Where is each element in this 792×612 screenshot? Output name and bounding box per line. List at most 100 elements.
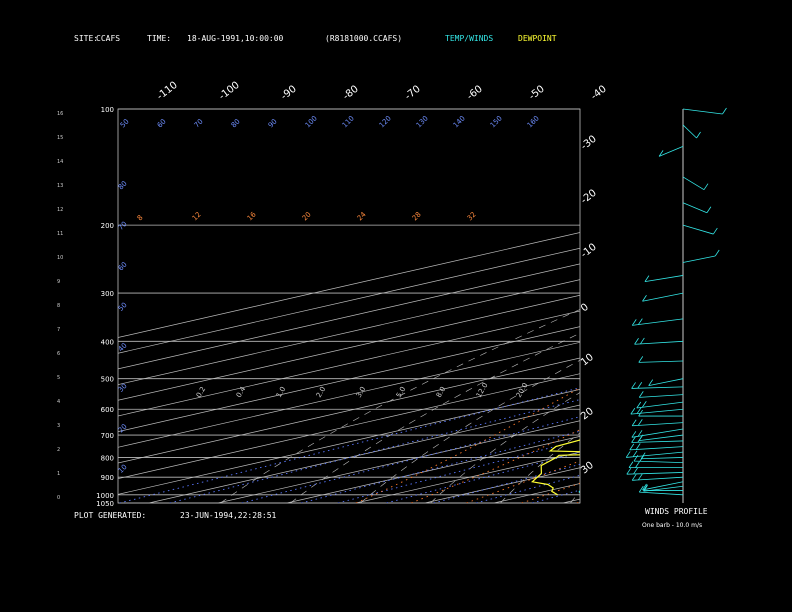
height-tick-label: 1 — [57, 471, 60, 477]
wet-bulb-label: 20 — [301, 210, 313, 222]
theta-label: 70 — [193, 117, 205, 129]
dry-adiabat-line — [500, 432, 580, 503]
isotherm-line — [562, 498, 580, 503]
wind-barb-flag — [713, 227, 718, 235]
mixing-ratio-line — [433, 463, 580, 503]
mixing-ratio-line — [119, 387, 580, 503]
wind-barb-flag — [635, 461, 640, 468]
wet-bulb-label: 16 — [246, 210, 258, 222]
theta-label-left: 70 — [117, 220, 129, 232]
wind-barb-flag — [625, 451, 631, 458]
pressure-tick-label: 800 — [101, 454, 114, 462]
dry-adiabat-line — [360, 359, 580, 503]
moist-adiabat-line — [466, 460, 580, 503]
wind-barb — [682, 255, 716, 263]
wind-barb-flag — [629, 443, 635, 451]
wet-bulb-label: 32 — [466, 210, 478, 222]
wind-barb-flag — [631, 474, 637, 481]
height-tick-label: 6 — [57, 351, 60, 357]
mixing-ratio-line — [169, 399, 580, 503]
top-temperature-label: -90 — [279, 84, 299, 103]
theta-label: 90 — [267, 117, 279, 129]
wind-barb-flag — [632, 450, 638, 458]
theta-label: 140 — [452, 114, 467, 129]
isotherm-line — [493, 483, 580, 503]
wind-barb-flag — [631, 419, 637, 426]
isotherm-line — [148, 404, 580, 503]
pressure-tick-label: 1050 — [96, 500, 114, 508]
theta-label: 100 — [304, 114, 319, 129]
wind-barb-flag — [706, 206, 712, 213]
plot-generated-label: PLOT GENERATED: — [74, 511, 146, 520]
dewpoint-legend: DEWPOINT — [518, 34, 557, 43]
right-temperature-label: 10 — [579, 352, 596, 369]
dry-adiabat-line — [570, 491, 580, 503]
dry-adiabat-line — [220, 309, 580, 503]
right-temperature-label: 20 — [579, 406, 596, 423]
wind-barb-flag — [631, 319, 637, 326]
right-temperature-label: -30 — [579, 134, 599, 153]
pressure-tick-label: 1000 — [96, 492, 114, 500]
mixing-ratio-label: 0.2 — [195, 385, 207, 399]
wind-barb-flag — [628, 461, 634, 468]
top-temperature-label: -60 — [465, 84, 485, 103]
pressure-tick-label: 900 — [101, 474, 114, 482]
dry-adiabat-line — [710, 109, 792, 503]
wind-barb-flag — [636, 401, 642, 409]
site-label: SITE: — [74, 34, 98, 43]
isotherm-line — [217, 420, 580, 503]
winds-profile-title: WINDS PROFILE — [645, 507, 708, 516]
wind-barb-flag — [640, 337, 645, 345]
wind-barb — [644, 275, 684, 283]
wind-barb-flag — [634, 338, 639, 345]
time-label: TIME: — [147, 34, 171, 43]
wind-barb-flag — [633, 454, 639, 462]
pressure-tick-label: 600 — [101, 406, 114, 414]
isotherm-line — [118, 373, 580, 480]
theta-label: 60 — [156, 117, 168, 129]
wind-barb-flag — [637, 473, 643, 481]
height-tick-label: 10 — [57, 255, 63, 261]
wind-barb-flag — [703, 183, 709, 190]
mixing-ratio-label: 8.0 — [435, 385, 447, 399]
height-tick-label: 15 — [57, 135, 63, 141]
temperature-trace — [578, 490, 580, 494]
top-temperature-label: -110 — [155, 80, 180, 103]
theta-label: 110 — [341, 114, 356, 129]
height-tick-label: 11 — [57, 231, 63, 237]
top-temperature-label: -70 — [403, 84, 423, 103]
wind-barb — [633, 460, 684, 463]
temp-winds-legend: TEMP/WINDS — [445, 34, 493, 43]
mixing-ratio-label: 12.0 — [475, 381, 490, 399]
moist-adiabat-line — [521, 482, 580, 503]
right-temperature-label: -10 — [579, 242, 599, 261]
top-temperature-label: -80 — [341, 84, 361, 103]
theta-label: 80 — [230, 117, 242, 129]
wind-barb — [682, 202, 708, 214]
height-tick-label: 5 — [57, 375, 60, 381]
height-tick-label: 4 — [57, 399, 60, 405]
wind-barb — [648, 378, 684, 387]
theta-label: 160 — [526, 114, 541, 129]
pressure-tick-label: 300 — [101, 290, 114, 298]
height-tick-label: 9 — [57, 279, 60, 285]
dry-adiabat-line — [640, 109, 792, 503]
wet-bulb-label: 8 — [136, 214, 145, 223]
wind-barb — [682, 176, 705, 191]
wind-barb-flag — [630, 407, 636, 415]
theta-label-left: 20 — [117, 422, 129, 434]
pressure-tick-label: 700 — [101, 432, 114, 440]
mixing-ratio-label: 1.0 — [275, 385, 287, 399]
mixing-ratio-label: 5.0 — [395, 385, 407, 399]
height-tick-label: 13 — [57, 183, 63, 189]
mixing-ratio-label: 20.0 — [515, 381, 530, 399]
wind-barb — [638, 360, 684, 363]
dry-adiabat-line — [780, 109, 792, 503]
height-tick-label: 8 — [57, 303, 60, 309]
winds-profile-panel — [625, 107, 727, 503]
time-value: 18-AUG-1991,10:00:00 — [187, 34, 284, 43]
site-value: CCAFS — [96, 34, 120, 43]
wet-bulb-label: 12 — [191, 210, 203, 222]
dry-adiabat-line — [290, 332, 580, 503]
top-temperature-label: -40 — [589, 84, 609, 103]
